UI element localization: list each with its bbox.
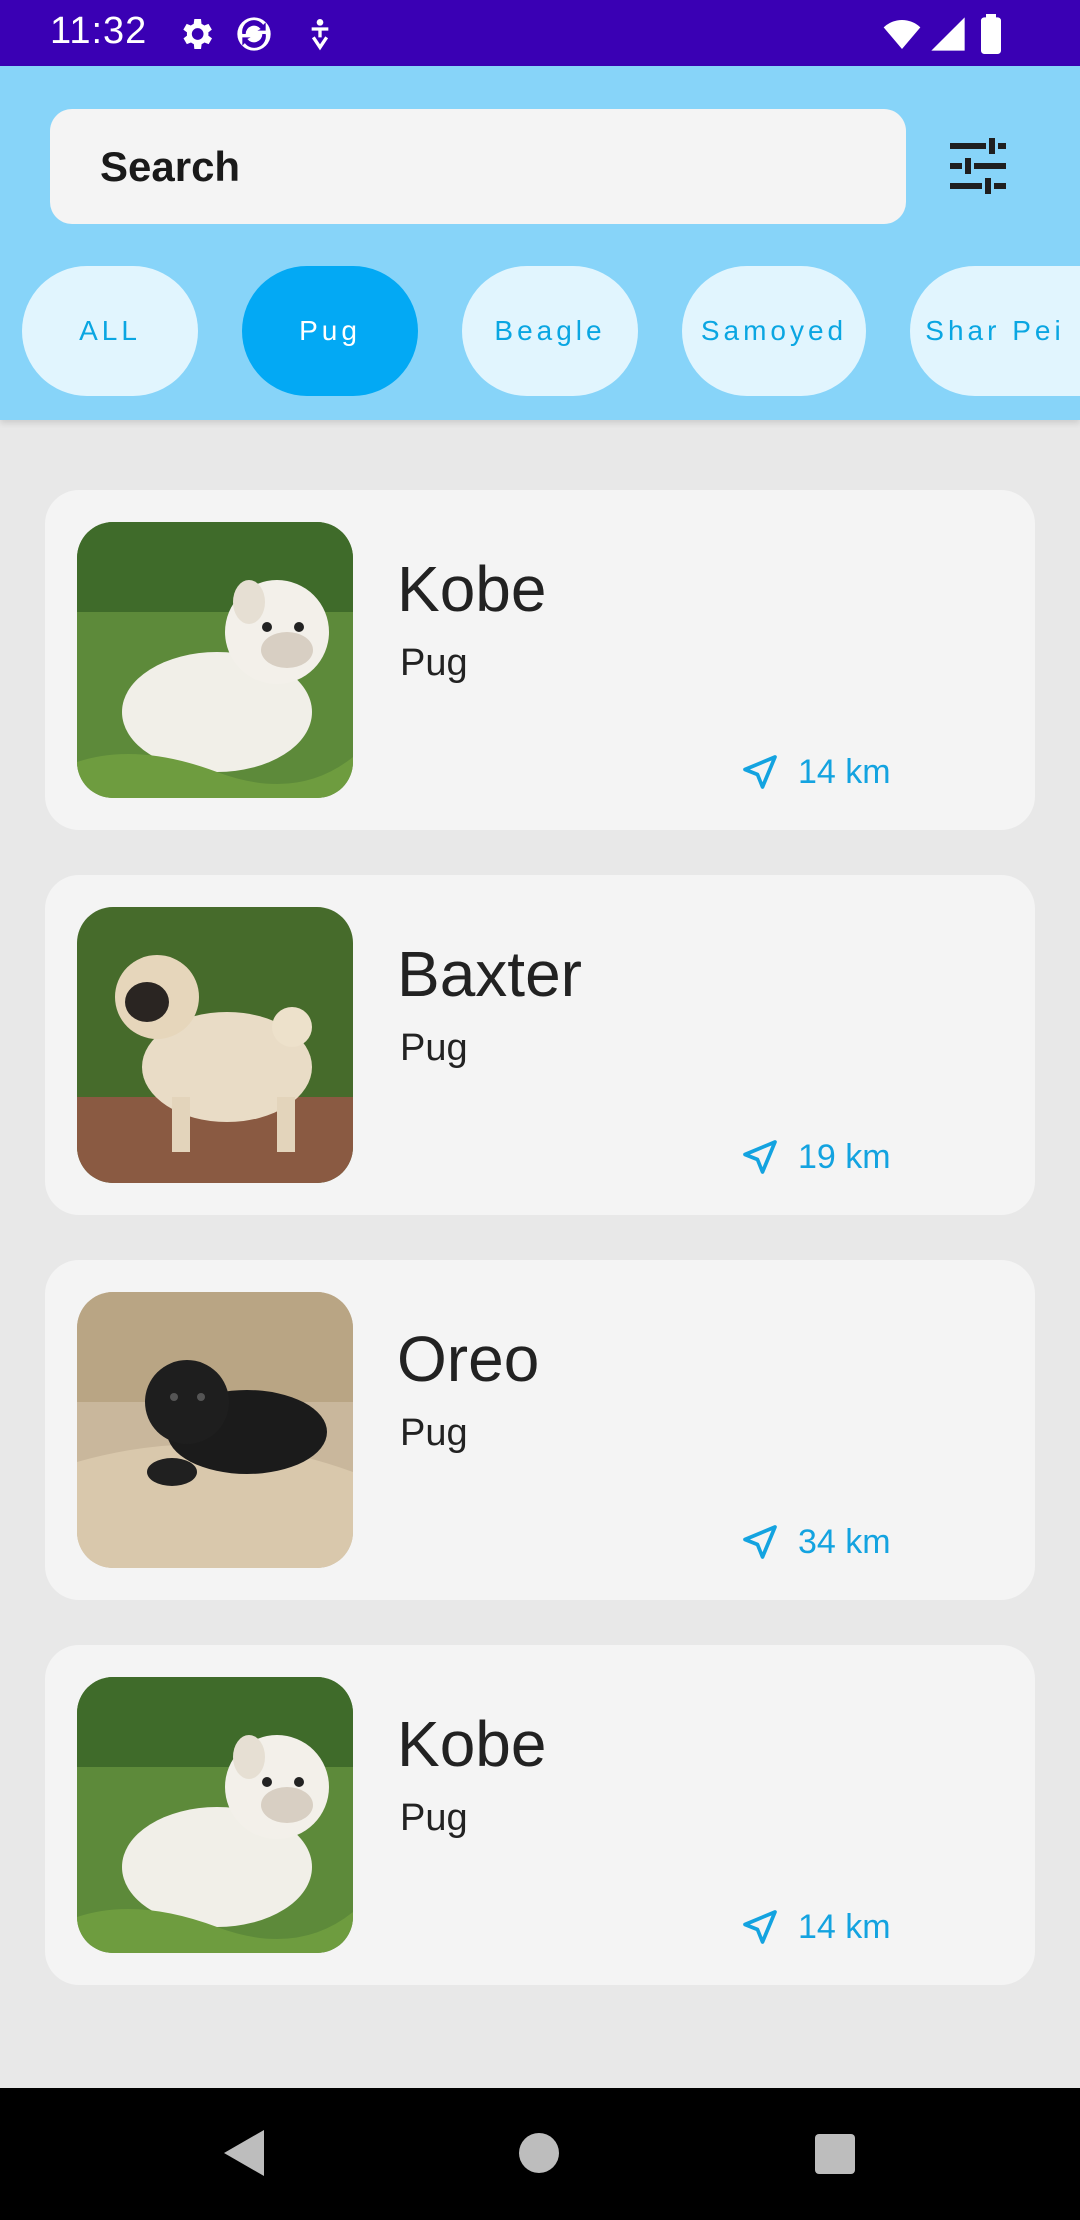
signal-icon xyxy=(931,17,965,51)
chip-beagle[interactable]: Beagle xyxy=(462,266,638,396)
pet-card[interactable]: Oreo Pug 34 km xyxy=(45,1260,1035,1600)
chip-label: Pug xyxy=(299,315,361,346)
pet-card[interactable]: Kobe Pug 14 km xyxy=(45,490,1035,830)
pet-breed: Pug xyxy=(400,642,468,684)
navigation-icon xyxy=(743,1525,777,1559)
recents-icon[interactable] xyxy=(814,2133,856,2175)
distance-label: 34 km xyxy=(798,1522,891,1561)
wifi-icon xyxy=(883,20,921,49)
pet-breed: Pug xyxy=(400,1027,468,1069)
pet-photo xyxy=(77,1677,353,1953)
chip-label: Shar Pei xyxy=(925,315,1065,346)
header: Search ALL Pug Beagle Samoyed Shar Pei xyxy=(0,66,1080,420)
distance-label: 14 km xyxy=(798,752,891,791)
navigation-icon xyxy=(743,755,777,789)
chip-pug[interactable]: Pug xyxy=(242,266,418,396)
pet-distance: 14 km xyxy=(740,1907,891,1947)
pet-breed: Pug xyxy=(400,1797,468,1839)
pet-distance: 14 km xyxy=(740,752,891,792)
pet-name: Kobe xyxy=(397,1708,547,1780)
status-time: 11:32 xyxy=(50,10,148,52)
navigation-bar xyxy=(0,2088,1080,2220)
chip-label: Samoyed xyxy=(700,315,848,346)
chip-label: ALL xyxy=(79,315,141,346)
pet-name: Baxter xyxy=(397,938,582,1010)
chip-label: Beagle xyxy=(494,315,606,346)
pet-name: Kobe xyxy=(397,553,547,625)
pet-card[interactable]: Kobe Pug 14 km xyxy=(45,1645,1035,1985)
chip-shar-pei[interactable]: Shar Pei xyxy=(910,266,1080,396)
pet-name: Oreo xyxy=(397,1323,540,1395)
status-bar: 11:32 xyxy=(0,0,1080,66)
pet-distance: 34 km xyxy=(740,1522,891,1562)
pet-card[interactable]: Baxter Pug 19 km xyxy=(45,875,1035,1215)
sync-icon xyxy=(237,17,271,51)
pet-distance: 19 km xyxy=(740,1137,891,1177)
search-input[interactable]: Search xyxy=(50,109,906,224)
distance-label: 14 km xyxy=(798,1907,891,1946)
pet-breed: Pug xyxy=(400,1412,468,1454)
home-icon[interactable] xyxy=(518,2132,560,2174)
search-placeholder: Search xyxy=(100,142,241,190)
pet-photo xyxy=(77,1292,353,1568)
chip-samoyed[interactable]: Samoyed xyxy=(682,266,866,396)
filter-icon[interactable] xyxy=(946,136,1010,196)
navigation-icon xyxy=(743,1910,777,1944)
distance-label: 19 km xyxy=(798,1137,891,1176)
pet-photo xyxy=(77,907,353,1183)
back-icon[interactable] xyxy=(222,2128,266,2178)
pet-photo xyxy=(77,522,353,798)
accessibility-icon xyxy=(311,19,329,51)
settings-icon xyxy=(183,19,212,49)
battery-icon xyxy=(981,14,1001,54)
chip-all[interactable]: ALL xyxy=(22,266,198,396)
navigation-icon xyxy=(743,1140,777,1174)
